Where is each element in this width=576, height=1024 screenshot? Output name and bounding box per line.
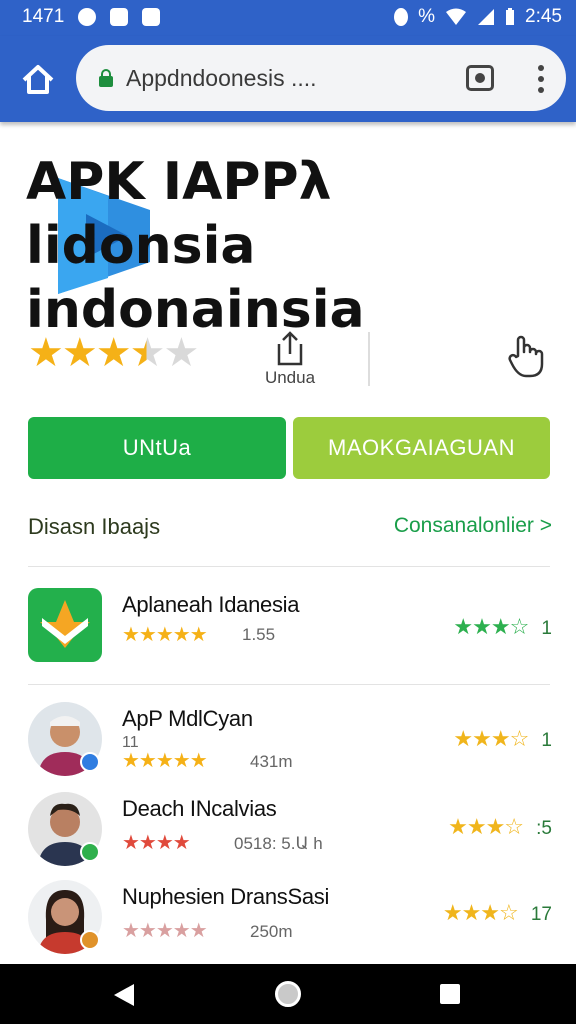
install-button[interactable]: UNtUa <box>28 417 286 479</box>
signal-icon <box>478 9 495 25</box>
notification-icon <box>78 8 97 26</box>
item-rating: ★★★☆ 1 <box>453 614 552 640</box>
app-title-line1: APK IAPPλ lidonsia <box>26 152 332 276</box>
item-rating-stars: ★★★☆ <box>442 900 519 925</box>
message-icon <box>110 8 129 26</box>
status-time-left: 1471 <box>22 6 65 27</box>
section-header: Disasn Ibaajs Consanalonlier > <box>28 514 552 544</box>
item-rating: ★★★☆ :5 <box>448 814 552 840</box>
list-item[interactable]: Deach INcalvias ★★★★ 0518: 5.Ա h ★★★☆ :5 <box>28 792 552 872</box>
item-name: ApP MdlCyan <box>122 706 253 731</box>
system-navigation-bar <box>0 964 576 1024</box>
divider <box>28 566 550 567</box>
share-label: Undua <box>264 368 316 387</box>
item-rating-count: 17 <box>530 904 552 925</box>
item-rating-count: 1 <box>541 730 552 751</box>
manage-button[interactable]: MAOKGAIAGUAN <box>293 417 550 479</box>
app-rating-stars: ★★★★★ <box>28 331 199 375</box>
item-stars: ★★★★★ <box>122 920 208 942</box>
section-see-more-link[interactable]: Consanalonlier > <box>394 514 552 538</box>
verified-badge-icon <box>80 752 100 772</box>
section-title: Disasn Ibaajs <box>28 514 161 539</box>
wifi-icon <box>446 8 467 25</box>
badge-icon <box>80 930 100 950</box>
list-item[interactable]: Aplaneah Idanesia ★★★★★ 1.55 ★★★☆ 1 <box>28 588 552 668</box>
item-rating-count: 1 <box>541 618 552 639</box>
item-meta: 431m <box>250 752 293 771</box>
item-rating: ★★★☆ 17 <box>443 900 552 926</box>
vertical-divider <box>368 332 370 386</box>
status-bar: 1471 % 2:45 <box>0 0 576 36</box>
home-icon[interactable] <box>16 58 60 102</box>
item-meta: 1.55 <box>242 625 276 644</box>
verified-badge-icon <box>80 842 100 862</box>
overflow-menu-icon[interactable] <box>534 65 548 93</box>
bag-icon <box>142 8 161 26</box>
battery-icon <box>506 8 515 25</box>
share-icon <box>277 331 303 366</box>
browser-toolbar: Appdndoonesis .... <box>0 36 576 122</box>
item-name: Aplaneah Idanesia <box>122 592 300 617</box>
share-button[interactable]: Undua <box>260 330 320 390</box>
item-rating-stars: ★★★☆ <box>453 726 529 751</box>
rating-row: ★★★★★ Undua <box>28 330 548 400</box>
item-rating-stars: ★★★☆ <box>448 814 524 839</box>
lock-icon <box>99 69 113 87</box>
divider <box>28 684 550 685</box>
home-button-icon[interactable] <box>275 981 301 1007</box>
hand-pointer-icon[interactable] <box>504 334 548 378</box>
app-title: APK IAPPλ lidonsia indonainsia <box>26 150 566 342</box>
list-item[interactable]: ApP MdlCyan 11 ★★★★★ 431m ★★★☆ 1 <box>28 702 552 782</box>
item-stars: ★★★★★ <box>122 624 208 646</box>
item-meta: 250m <box>250 922 293 941</box>
url-text: Appdndoonesis .... <box>126 65 317 91</box>
item-stars: ★★★★★ <box>122 750 208 772</box>
list-item[interactable]: Nuphesien DransSasi ★★★★★ 250m ★★★☆ 17 <box>28 880 552 960</box>
item-rating: ★★★☆ 1 <box>453 726 552 752</box>
status-percent: % <box>418 6 436 27</box>
recents-icon[interactable] <box>440 984 460 1004</box>
status-time-right: 2:45 <box>525 6 562 27</box>
item-rating-stars: ★★★☆ <box>453 614 529 639</box>
item-rating-count: :5 <box>536 818 552 839</box>
item-stars: ★★★★ <box>122 832 191 854</box>
item-name: Nuphesien DransSasi <box>122 884 330 909</box>
app-icon <box>28 588 102 662</box>
back-icon[interactable] <box>114 984 134 1006</box>
item-meta: 0518: 5.Ա h <box>234 834 323 853</box>
address-bar[interactable]: Appdndoonesis .... <box>76 45 566 111</box>
tab-switcher-icon[interactable] <box>466 65 494 91</box>
item-name: Deach INcalvias <box>122 796 277 821</box>
alarm-icon <box>394 8 409 26</box>
